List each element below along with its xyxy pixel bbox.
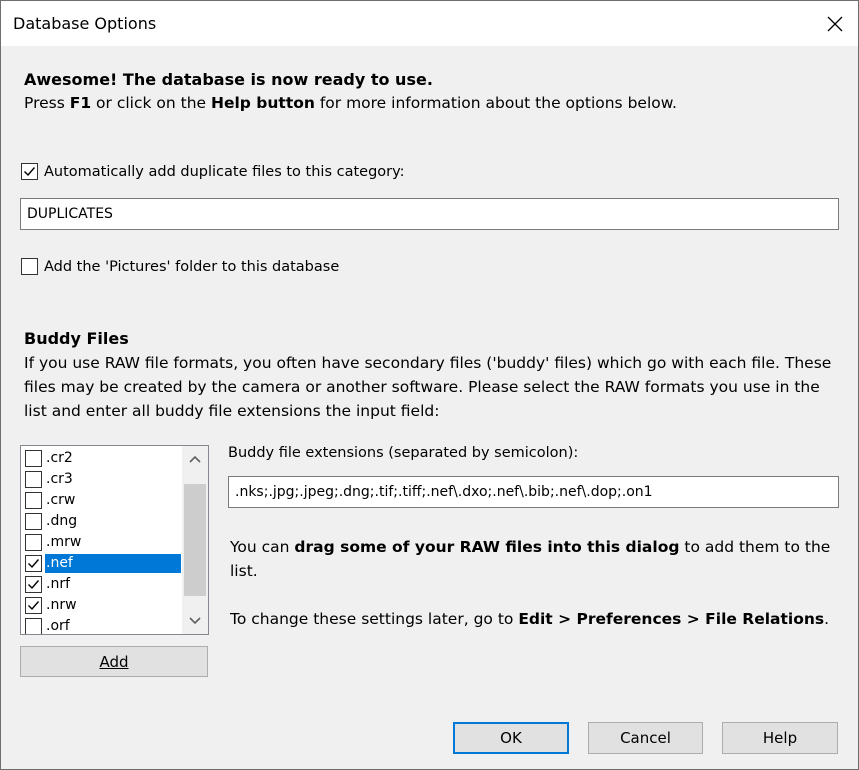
- chevron-down-icon: [189, 617, 201, 625]
- drag-hint-wrap: You can drag some of your RAW files into…: [230, 535, 842, 583]
- pictures-checkbox[interactable]: [21, 258, 38, 275]
- settings-hint-pre: To change these settings later, go to: [230, 610, 519, 628]
- raw-format-item[interactable]: .dng: [23, 511, 181, 532]
- intro-text-mid: or click on the: [91, 94, 211, 112]
- settings-path: Edit > Preferences > File Relations: [518, 610, 825, 628]
- raw-format-label: .crw: [46, 492, 76, 508]
- database-options-dialog: Database Options Awesome! The database i…: [0, 0, 859, 770]
- drag-hint: You can drag some of your RAW files into…: [230, 535, 842, 583]
- extensions-label: Buddy file extensions (separated by semi…: [228, 445, 579, 461]
- close-icon: [827, 16, 843, 31]
- duplicates-category-input[interactable]: DUPLICATES: [20, 198, 839, 230]
- pictures-checkbox-label: Add the 'Pictures' folder to this databa…: [44, 258, 340, 275]
- cancel-button[interactable]: Cancel: [588, 722, 703, 754]
- raw-format-item[interactable]: .orf: [23, 616, 181, 634]
- raw-format-label: .dng: [46, 513, 78, 529]
- ok-button[interactable]: OK: [453, 722, 569, 754]
- extensions-input[interactable]: .nks;.jpg;.jpeg;.dng;.tif;.tiff;.nef\.dx…: [228, 476, 839, 508]
- raw-format-checkbox[interactable]: [25, 450, 42, 467]
- raw-format-label: .orf: [46, 618, 70, 634]
- raw-format-checkbox[interactable]: [25, 513, 42, 530]
- buddy-files-heading: Buddy Files: [24, 329, 129, 348]
- drag-hint-bold: drag some of your RAW files into this di…: [294, 538, 680, 556]
- intro-heading: Awesome! The database is now ready to us…: [24, 70, 433, 89]
- settings-hint: To change these settings later, go to Ed…: [230, 607, 842, 631]
- raw-format-item[interactable]: .nrf: [23, 574, 181, 595]
- intro-help-text: Press F1 or click on the Help button for…: [24, 94, 677, 112]
- raw-format-label: .mrw: [46, 534, 82, 550]
- raw-format-item[interactable]: .cr3: [23, 469, 181, 490]
- checkmark-icon: [28, 601, 40, 611]
- intro-text-pre: Press: [24, 94, 70, 112]
- intro-help-button-ref: Help button: [210, 94, 315, 112]
- add-button[interactable]: Add: [20, 646, 208, 677]
- intro-key: F1: [69, 94, 92, 112]
- list-scrollbar[interactable]: [182, 446, 208, 634]
- scrollbar-thumb[interactable]: [184, 484, 206, 596]
- raw-format-label: .nrf: [46, 576, 71, 592]
- raw-format-checkbox[interactable]: [25, 471, 42, 488]
- raw-format-item[interactable]: .cr2: [23, 448, 181, 469]
- window-title: Database Options: [13, 14, 157, 33]
- chevron-up-icon: [189, 455, 201, 463]
- buddy-files-description-wrap: If you use RAW file formats, you often h…: [24, 351, 844, 423]
- checkmark-icon: [28, 580, 40, 590]
- raw-format-label: .cr3: [46, 471, 73, 487]
- raw-format-checkbox[interactable]: [25, 555, 42, 572]
- raw-format-checkbox[interactable]: [25, 576, 42, 593]
- checkmark-icon: [24, 167, 36, 177]
- settings-hint-wrap: To change these settings later, go to Ed…: [230, 607, 842, 631]
- raw-format-checkbox[interactable]: [25, 534, 42, 551]
- close-button[interactable]: [812, 1, 858, 46]
- raw-format-checkbox[interactable]: [25, 618, 42, 634]
- raw-format-item[interactable]: .nrw: [23, 595, 181, 616]
- pictures-checkbox-row[interactable]: Add the 'Pictures' folder to this databa…: [21, 258, 339, 275]
- drag-hint-pre: You can: [230, 538, 295, 556]
- raw-format-label: .nef: [45, 554, 181, 573]
- buddy-files-description: If you use RAW file formats, you often h…: [24, 354, 832, 420]
- raw-format-checkbox[interactable]: [25, 492, 42, 509]
- duplicates-checkbox-row[interactable]: Automatically add duplicate files to thi…: [21, 163, 405, 180]
- scroll-up-button[interactable]: [182, 446, 208, 472]
- raw-format-item[interactable]: .mrw: [23, 532, 181, 553]
- scroll-down-button[interactable]: [182, 608, 208, 634]
- title-bar: Database Options: [1, 1, 858, 46]
- duplicates-checkbox[interactable]: [21, 163, 38, 180]
- raw-formats-list[interactable]: .cr2 .cr3 .crw .dng .mrw .nef .nrf .nrw .orf: [20, 445, 209, 635]
- settings-hint-post: .: [824, 610, 830, 628]
- checkmark-icon: [28, 559, 40, 569]
- help-button[interactable]: Help: [722, 722, 838, 754]
- duplicates-checkbox-label: Automatically add duplicate files to thi…: [44, 163, 405, 180]
- raw-format-item[interactable]: .crw: [23, 490, 181, 511]
- raw-format-label: .nrw: [46, 597, 77, 613]
- raw-format-checkbox[interactable]: [25, 597, 42, 614]
- raw-format-item[interactable]: .nef: [23, 553, 181, 574]
- raw-format-label: .cr2: [46, 450, 73, 466]
- intro-text-post: for more information about the options b…: [314, 94, 677, 112]
